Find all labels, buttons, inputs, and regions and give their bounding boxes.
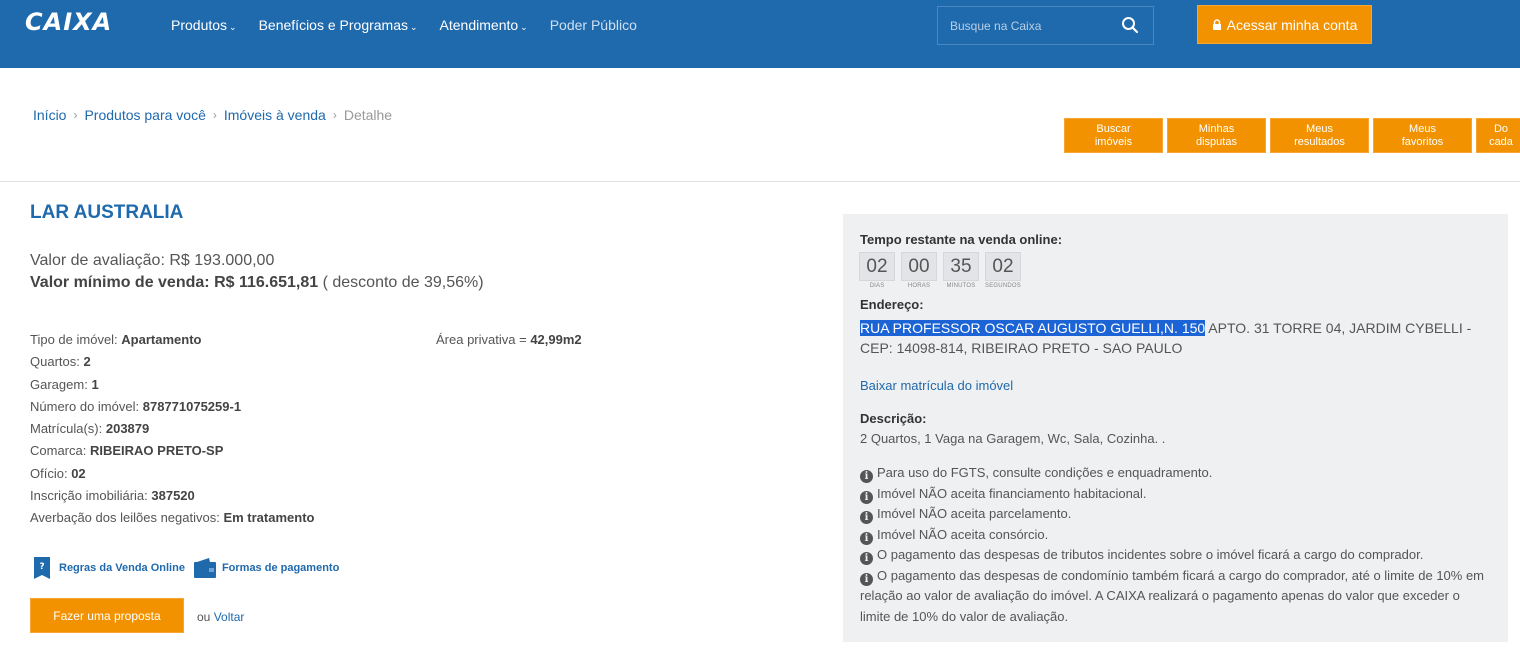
voltar-text: ou Voltar <box>197 610 245 624</box>
list-item: iO pagamento das despesas de tributos in… <box>860 545 1485 566</box>
timer-hours: 00 HORAS <box>901 252 937 289</box>
list-item: iO pagamento das despesas de condomínio … <box>860 567 1485 624</box>
breadcrumb-separator: › <box>332 108 337 122</box>
info-icon: i <box>860 552 873 565</box>
search-input[interactable] <box>938 7 1118 44</box>
svg-text:?: ? <box>39 562 44 572</box>
valor-minimo: Valor mínimo de venda: R$ 116.651,81 ( d… <box>30 274 484 291</box>
breadcrumb-imoveis[interactable]: Imóveis à venda <box>224 107 326 123</box>
info-icon: i <box>860 470 873 483</box>
lock-icon <box>1212 19 1221 30</box>
make-proposal-button[interactable]: Fazer uma proposta <box>30 598 184 633</box>
timer-days: 02 DIAS <box>859 252 895 289</box>
endereco-label: Endereço: <box>860 297 924 312</box>
breadcrumb-separator: › <box>212 108 217 122</box>
descricao-label: Descrição: <box>860 411 927 426</box>
tab-buscar-imoveis[interactable]: Buscar imóveis <box>1064 118 1163 153</box>
list-item: i Imóvel NÃO aceita consórcio. <box>860 525 1485 546</box>
search-icon[interactable] <box>1121 16 1139 34</box>
property-details: Tipo de imóvel: Apartamento Quartos: 2 G… <box>30 332 314 533</box>
area-privativa: Área privativa = 42,99m2 <box>436 332 582 347</box>
breadcrumb-separator: › <box>73 108 78 122</box>
nav-beneficios[interactable]: Benefícios e Programas ⌄ <box>259 17 418 33</box>
formas-pagamento-link[interactable]: Formas de pagamento <box>222 562 339 574</box>
detail-row: Garagem: 1 <box>30 376 99 392</box>
login-button[interactable]: Acessar minha conta <box>1197 5 1372 44</box>
breadcrumb-inicio[interactable]: Início <box>33 107 66 123</box>
tab-minhas-disputas[interactable]: Minhas disputas <box>1167 118 1266 153</box>
valor-avaliacao: Valor de avaliação: R$ 193.000,00 <box>30 252 275 269</box>
endereco-text: RUA PROFESSOR OSCAR AUGUSTO GUELLI,N. 15… <box>860 320 1472 356</box>
breadcrumb-current: Detalhe <box>343 107 393 123</box>
detail-row: Quartos: 2 <box>30 354 91 370</box>
baixar-matricula-link[interactable]: Baixar matrícula do imóvel <box>860 378 1013 393</box>
list-item: i Imóvel NÃO aceita parcelamento. <box>860 504 1485 525</box>
search-box <box>937 6 1154 45</box>
chevron-down-icon: ⌄ <box>520 22 528 32</box>
nav-atendimento[interactable]: Atendimento ⌄ <box>440 17 528 33</box>
breadcrumb-produtos[interactable]: Produtos para você <box>84 107 205 123</box>
voltar-link[interactable]: Voltar <box>214 610 245 624</box>
timer-minutes: 35 MINUTOS <box>943 252 979 289</box>
list-item: i Imóvel NÃO aceita financiamento habitac… <box>860 484 1485 505</box>
property-title: LAR AUSTRALIA <box>30 202 184 223</box>
wallet-icon[interactable] <box>193 558 216 578</box>
info-icon: i <box>860 490 873 504</box>
sale-links: ? Regras da Venda Online Formas de pagam… <box>34 557 339 579</box>
breadcrumb: Início › Produtos para você › Imóveis à … <box>33 107 392 123</box>
endereco-selection: RUA PROFESSOR OSCAR AUGUSTO GUELLI,N. 15… <box>860 320 1206 336</box>
detail-row: Ofício: 02 <box>30 465 86 481</box>
info-icon: i <box>860 572 873 586</box>
detail-row: Averbação dos leilões negativos: Em trat… <box>30 510 315 526</box>
sale-info-panel: Tempo restante na venda online: 02 DIAS 0… <box>843 214 1508 642</box>
countdown-timer: 02 DIAS 00 HORAS 35 MINUTOS 02 SEGUNDOS <box>859 252 1027 289</box>
descricao-text: 2 Quartos, 1 Vaga na Garagem, Wc, Sala, … <box>860 431 1166 446</box>
info-list: i Para uso do FGTS, consulte condições e … <box>860 463 1485 627</box>
detail-row: Tipo de imóvel: Apartamento <box>30 332 202 347</box>
site-header: CAIXA Produtos ⌄ Benefícios e Programas ⌄ … <box>0 0 1520 68</box>
rules-document-icon[interactable]: ? <box>34 557 50 579</box>
info-icon: i <box>860 531 873 545</box>
list-item: i Para uso do FGTS, consulte condições e … <box>860 463 1485 484</box>
nav-produtos[interactable]: Produtos ⌄ <box>171 17 237 33</box>
chevron-down-icon: ⌄ <box>229 22 237 32</box>
detail-row: Inscrição imobiliária: 387520 <box>30 488 195 504</box>
tab-meus-favoritos[interactable]: Meus favoritos <box>1373 118 1472 153</box>
tab-dados-cadastrais[interactable]: Do cada <box>1476 118 1520 153</box>
nav-poder-publico[interactable]: Poder Público <box>550 17 637 33</box>
detail-row: Matrícula(s): 203879 <box>30 421 150 437</box>
timer-seconds: 02 SEGUNDOS <box>985 252 1021 289</box>
tempo-label: Tempo restante na venda online: <box>860 232 1063 247</box>
tab-meus-resultados[interactable]: Meus resultados <box>1270 118 1369 153</box>
main-nav: Produtos ⌄ Benefícios e Programas ⌄ Atendi… <box>171 17 659 33</box>
chevron-down-icon: ⌄ <box>410 22 418 32</box>
caixa-logo[interactable]: CAIXA <box>25 8 112 36</box>
detail-row: Número do imóvel: 878771075259-1 <box>30 398 242 414</box>
info-icon: i <box>860 511 873 524</box>
regras-venda-link[interactable]: Regras da Venda Online <box>59 562 185 574</box>
detail-row: Comarca: RIBEIRAO PRETO-SP <box>30 443 224 459</box>
quick-tabs: Buscar imóveis Minhas disputas Meus resulta… <box>1064 118 1520 153</box>
section-divider <box>0 181 1520 182</box>
